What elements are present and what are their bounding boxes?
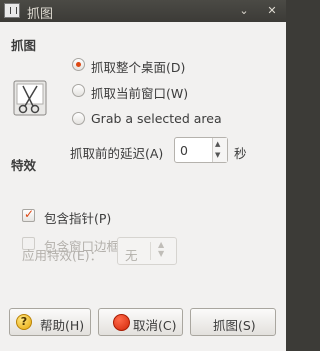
- apply-effect-select: 无 ▲ ▼: [117, 237, 177, 265]
- apply-effect-value: 无: [125, 248, 138, 263]
- close-icon[interactable]: ✕: [264, 3, 280, 19]
- help-icon: ?: [16, 314, 32, 330]
- effects-section-heading: 特效: [11, 158, 37, 173]
- take-screenshot-label: 抓图(S): [213, 318, 256, 333]
- delay-label: 抓取前的延迟(A): [70, 146, 164, 161]
- option-label: 抓取当前窗口(W): [91, 86, 189, 101]
- apply-effect-label: 应用特效(E)：: [22, 248, 103, 263]
- dialog-content: 抓图 抓取整个桌面(D) 抓取当前窗口(W) Grab a selected a…: [0, 22, 286, 351]
- camera-scissors-icon: [13, 80, 47, 116]
- cancel-button-label: 取消(C): [133, 318, 177, 333]
- window-title: 抓图: [27, 7, 54, 22]
- window-menu-icon[interactable]: ⌄: [236, 3, 252, 19]
- spin-down-icon[interactable]: ▼: [215, 151, 220, 159]
- option-label: Grab a selected area: [91, 111, 222, 126]
- take-screenshot-window: 抓图 ⌄ ✕ 抓图 抓取整个桌面(D) 抓取当前窗口(W) Grab a sel…: [0, 0, 286, 351]
- select-arrows-icon: ▲ ▼: [158, 240, 165, 258]
- screenshot-app-icon: [4, 3, 20, 18]
- spin-buttons: ▲ ▼: [212, 138, 227, 162]
- option-label: 抓取整个桌面(D): [91, 60, 186, 75]
- title-bar[interactable]: 抓图 ⌄ ✕: [0, 0, 286, 22]
- stop-icon: [113, 314, 130, 331]
- capture-section-heading: 抓图: [11, 38, 37, 53]
- delay-spinbox[interactable]: 0 ▲ ▼: [174, 137, 228, 163]
- spin-up-icon[interactable]: ▲: [215, 140, 220, 148]
- radio-current-window[interactable]: [72, 84, 85, 97]
- delay-unit-label: 秒: [234, 146, 247, 161]
- cancel-button[interactable]: 取消(C): [98, 308, 183, 336]
- radio-selected-area[interactable]: [72, 112, 85, 125]
- include-pointer-label: 包含指针(P): [44, 211, 112, 226]
- include-pointer-checkbox[interactable]: [22, 207, 35, 222]
- take-screenshot-button[interactable]: 抓图(S): [190, 308, 276, 336]
- help-button[interactable]: ? 帮助(H): [9, 308, 91, 336]
- help-button-label: 帮助(H): [40, 318, 85, 333]
- select-divider: [150, 242, 151, 260]
- delay-value[interactable]: 0: [180, 143, 188, 158]
- radio-whole-desktop[interactable]: [72, 58, 85, 71]
